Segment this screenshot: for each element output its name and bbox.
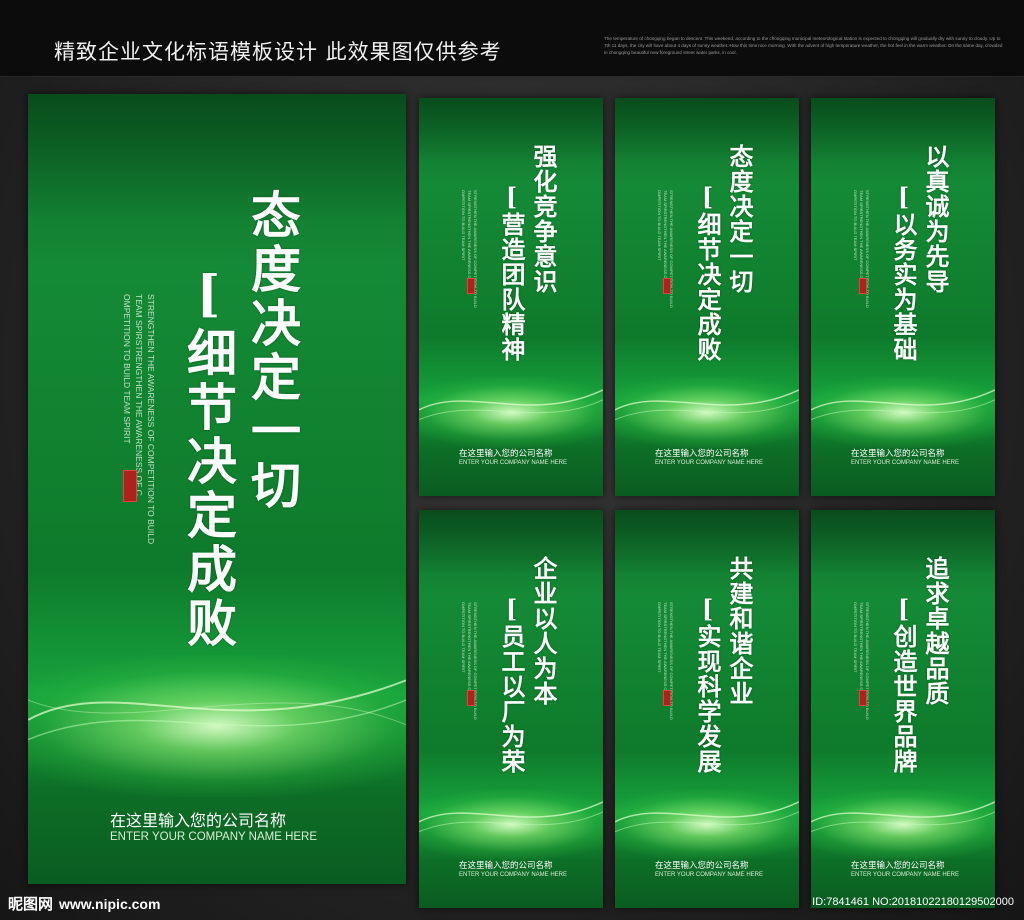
light-wave-decoration	[28, 679, 406, 741]
company-name-cn: 在这里输入您的公司名称	[459, 449, 553, 459]
slogan-line2: [员工以厂为荣	[497, 594, 526, 774]
english-tagline-3: OMPETITION TO BUILD TEAM SPIRIT	[461, 190, 466, 261]
slogan-line1: 态度决定一切	[243, 189, 302, 513]
slogan-line1: 企业以人为本	[529, 556, 558, 706]
company-name-en: ENTER YOUR COMPANY NAME HERE	[851, 460, 960, 466]
red-seal-stamp	[663, 690, 671, 706]
slogan-line2: [细节决定成败	[693, 182, 722, 362]
company-name-cn: 在这里输入您的公司名称	[851, 449, 945, 459]
company-name-cn: 在这里输入您的公司名称	[655, 861, 749, 871]
english-tagline-2: TEAM SPIRSTRENGTHEN THE AWARENESS OF C	[663, 602, 668, 697]
slogan-line2: [细节决定成败	[179, 264, 238, 651]
light-wave-decoration	[419, 800, 603, 832]
light-wave-decoration	[615, 388, 799, 420]
slogan-line1: 追求卓越品质	[921, 556, 950, 706]
watermark-id: ID:7841461 NO:20181022180129502000	[812, 896, 1014, 908]
watermark-site: 昵图网 www.nipic.com	[8, 893, 160, 914]
light-wave-decoration	[811, 800, 995, 832]
red-seal-stamp	[859, 690, 867, 706]
company-name-cn: 在这里输入您的公司名称	[459, 861, 553, 871]
english-tagline-2: TEAM SPIRSTRENGTHEN THE AWARENESS OF C	[467, 190, 472, 285]
english-tagline-3: OMPETITION TO BUILD TEAM SPIRIT	[461, 602, 466, 673]
slogan-line2: [实现科学发展	[693, 594, 722, 774]
english-tagline-3: OMPETITION TO BUILD TEAM SPIRIT	[853, 602, 858, 673]
english-tagline-1: STRENGTHEN THE AWARENESS OF COMPETITION …	[146, 294, 156, 545]
light-wave-decoration	[811, 388, 995, 420]
site-url-link[interactable]: www.nipic.com	[59, 896, 160, 912]
red-seal-stamp	[859, 278, 867, 294]
company-name-cn: 在这里输入您的公司名称	[851, 861, 945, 871]
english-tagline-2: TEAM SPIRSTRENGTHEN THE AWARENESS OF C	[467, 602, 472, 697]
company-name-cn: 在这里输入您的公司名称	[655, 449, 749, 459]
poster-bottom-2: 共建和谐企业 [实现科学发展 STRENGTHEN THE AWARENESS …	[615, 510, 799, 908]
red-seal-stamp	[467, 690, 475, 706]
poster-top-3: 以真诚为先导 [以务实为基础 STRENGTHEN THE AWARENESS …	[811, 98, 995, 496]
company-name-cn: 在这里输入您的公司名称	[110, 811, 287, 830]
slogan-line2: [创造世界品牌	[889, 594, 918, 774]
english-tagline-3: OMPETITION TO BUILD TEAM SPIRIT	[657, 602, 662, 673]
site-logo-text: 昵图网	[8, 895, 54, 913]
red-seal-stamp	[123, 470, 137, 502]
slogan-line2: [以务实为基础	[889, 182, 918, 362]
slogan-line1: 态度决定一切	[725, 144, 754, 294]
light-wave-decoration	[419, 388, 603, 420]
slogan-line1: 强化竞争意识	[529, 144, 558, 294]
poster-top-2: 态度决定一切 [细节决定成败 STRENGTHEN THE AWARENESS …	[615, 98, 799, 496]
slogan-line2: [营造团队精神	[497, 182, 526, 362]
red-seal-stamp	[467, 278, 475, 294]
company-name-en: ENTER YOUR COMPANY NAME HERE	[655, 872, 764, 878]
company-name-en: ENTER YOUR COMPANY NAME HERE	[459, 872, 568, 878]
english-tagline-2: TEAM SPIRSTRENGTHEN THE AWARENESS OF C	[663, 190, 668, 285]
header-fine-print: The temperature of chongqing began to de…	[604, 36, 1003, 55]
poster-bottom-3: 追求卓越品质 [创造世界品牌 STRENGTHEN THE AWARENESS …	[811, 510, 995, 908]
english-tagline-3: OMPETITION TO BUILD TEAM SPIRIT	[657, 190, 662, 261]
english-tagline-2: TEAM SPIRSTRENGTHEN THE AWARENESS OF C	[859, 190, 864, 285]
english-tagline-3: OMPETITION TO BUILD TEAM SPIRIT	[122, 294, 132, 444]
company-name-en: ENTER YOUR COMPANY NAME HERE	[110, 831, 318, 843]
english-tagline-2: TEAM SPIRSTRENGTHEN THE AWARENESS OF C	[134, 294, 144, 496]
slogan-line1: 以真诚为先导	[921, 144, 950, 294]
english-tagline-3: OMPETITION TO BUILD TEAM SPIRIT	[853, 190, 858, 261]
header-bar: 精致企业文化标语模板设计 此效果图仅供参考 The temperature of…	[0, 0, 1024, 77]
poster-large: 态度决定一切 [细节决定成败 STRENGTHEN THE AWARENESS …	[28, 94, 406, 884]
light-wave-decoration	[615, 800, 799, 832]
poster-bottom-1: 企业以人为本 [员工以厂为荣 STRENGTHEN THE AWARENESS …	[419, 510, 603, 908]
page-title: 精致企业文化标语模板设计 此效果图仅供参考	[54, 40, 502, 64]
company-name-en: ENTER YOUR COMPANY NAME HERE	[851, 872, 960, 878]
red-seal-stamp	[663, 278, 671, 294]
poster-top-1: 强化竞争意识 [营造团队精神 STRENGTHEN THE AWARENESS …	[419, 98, 603, 496]
company-name-en: ENTER YOUR COMPANY NAME HERE	[459, 460, 568, 466]
slogan-line1: 共建和谐企业	[725, 556, 754, 706]
company-name-en: ENTER YOUR COMPANY NAME HERE	[655, 460, 764, 466]
english-tagline-2: TEAM SPIRSTRENGTHEN THE AWARENESS OF C	[859, 602, 864, 697]
